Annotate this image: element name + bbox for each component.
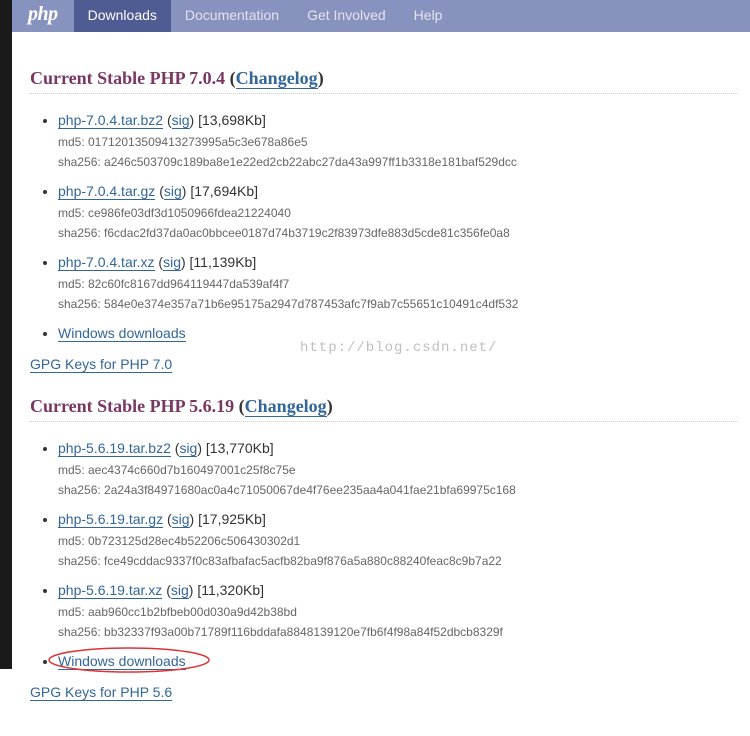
left-strip	[0, 0, 12, 669]
release-item: php-5.6.19.tar.xz (sig) [11,320Kb]md5: a…	[58, 580, 738, 641]
gpg-keys-link[interactable]: GPG Keys for PHP 5.6	[30, 684, 172, 701]
sig-link[interactable]: sig	[172, 112, 190, 129]
download-file-link[interactable]: php-7.0.4.tar.bz2	[58, 112, 163, 129]
sha256-line: sha256: 2a24a3f84971680ac0a4c71050067de4…	[58, 481, 738, 499]
release-item: php-7.0.4.tar.bz2 (sig) [13,698Kb]md5: 0…	[58, 110, 738, 171]
file-size: [13,698Kb]	[198, 112, 266, 128]
file-size: [13,770Kb]	[206, 440, 274, 456]
nav-documentation[interactable]: Documentation	[171, 0, 293, 32]
md5-line: md5: 0b723125d28ec4b52206c506430302d1	[58, 532, 738, 550]
md5-line: md5: ce986fe03df3d1050966fdea21224040	[58, 204, 738, 222]
gpg-keys: GPG Keys for PHP 7.0	[30, 356, 738, 372]
file-size: [17,694Kb]	[190, 183, 258, 199]
sig-link[interactable]: sig	[179, 440, 197, 457]
nav-help[interactable]: Help	[400, 0, 457, 32]
section-heading: Current Stable PHP 5.6.19 (Changelog)	[30, 396, 738, 422]
download-file-link[interactable]: php-5.6.19.tar.xz	[58, 582, 162, 599]
download-file-link[interactable]: php-5.6.19.tar.gz	[58, 511, 163, 528]
md5-line: md5: 01712013509413273995a5c3e678a86e5	[58, 133, 738, 151]
changelog-link[interactable]: Changelog	[245, 396, 327, 417]
release-item: php-5.6.19.tar.gz (sig) [17,925Kb]md5: 0…	[58, 509, 738, 570]
release-item: php-7.0.4.tar.gz (sig) [17,694Kb]md5: ce…	[58, 181, 738, 242]
windows-downloads-link[interactable]: Windows downloads	[58, 653, 186, 670]
nav-get-involved[interactable]: Get Involved	[293, 0, 400, 32]
nav-items: DownloadsDocumentationGet InvolvedHelp	[74, 0, 457, 32]
sha256-line: sha256: fce49cddac9337f0c83afbafac5acfb8…	[58, 552, 738, 570]
section-heading: Current Stable PHP 7.0.4 (Changelog)	[30, 68, 738, 94]
changelog-link[interactable]: Changelog	[236, 68, 318, 89]
download-file-link[interactable]: php-5.6.19.tar.bz2	[58, 440, 171, 457]
gpg-keys-link[interactable]: GPG Keys for PHP 7.0	[30, 356, 172, 373]
release-item: php-5.6.19.tar.bz2 (sig) [13,770Kb]md5: …	[58, 438, 738, 499]
download-file-link[interactable]: php-7.0.4.tar.xz	[58, 254, 155, 271]
sha256-line: sha256: bb32337f93a00b71789f116bddafa884…	[58, 623, 738, 641]
md5-line: md5: 82c60fc8167dd964119447da539af4f7	[58, 275, 738, 293]
download-file-link[interactable]: php-7.0.4.tar.gz	[58, 183, 155, 200]
sig-link[interactable]: sig	[172, 511, 190, 528]
sha256-line: sha256: f6cdac2fd37da0ac0bbcee0187d74b37…	[58, 224, 738, 242]
sig-link[interactable]: sig	[163, 254, 181, 271]
sig-link[interactable]: sig	[171, 582, 189, 599]
md5-line: md5: aec4374c660d7b160497001c25f8c75e	[58, 461, 738, 479]
page-content: Current Stable PHP 7.0.4 (Changelog) php-…	[0, 32, 750, 736]
md5-line: md5: aab960cc1b2bfbeb00d030a9d42b38bd	[58, 603, 738, 621]
release-list: php-5.6.19.tar.bz2 (sig) [13,770Kb]md5: …	[58, 438, 738, 672]
windows-downloads-item: Windows downloads	[58, 323, 738, 344]
navbar: php DownloadsDocumentationGet InvolvedHe…	[0, 0, 750, 32]
gpg-keys: GPG Keys for PHP 5.6	[30, 684, 738, 700]
sha256-line: sha256: a246c503709c189ba8e1e22ed2cb22ab…	[58, 153, 738, 171]
file-size: [11,139Kb]	[190, 254, 257, 270]
file-size: [17,925Kb]	[198, 511, 266, 527]
file-size: [11,320Kb]	[197, 582, 264, 598]
windows-downloads-link[interactable]: Windows downloads	[58, 325, 186, 342]
logo[interactable]: php	[20, 0, 74, 32]
sig-link[interactable]: sig	[164, 183, 182, 200]
release-item: php-7.0.4.tar.xz (sig) [11,139Kb]md5: 82…	[58, 252, 738, 313]
release-list: php-7.0.4.tar.bz2 (sig) [13,698Kb]md5: 0…	[58, 110, 738, 344]
sha256-line: sha256: 584e0e374e357a71b6e95175a2947d78…	[58, 295, 738, 313]
nav-downloads[interactable]: Downloads	[74, 0, 171, 32]
